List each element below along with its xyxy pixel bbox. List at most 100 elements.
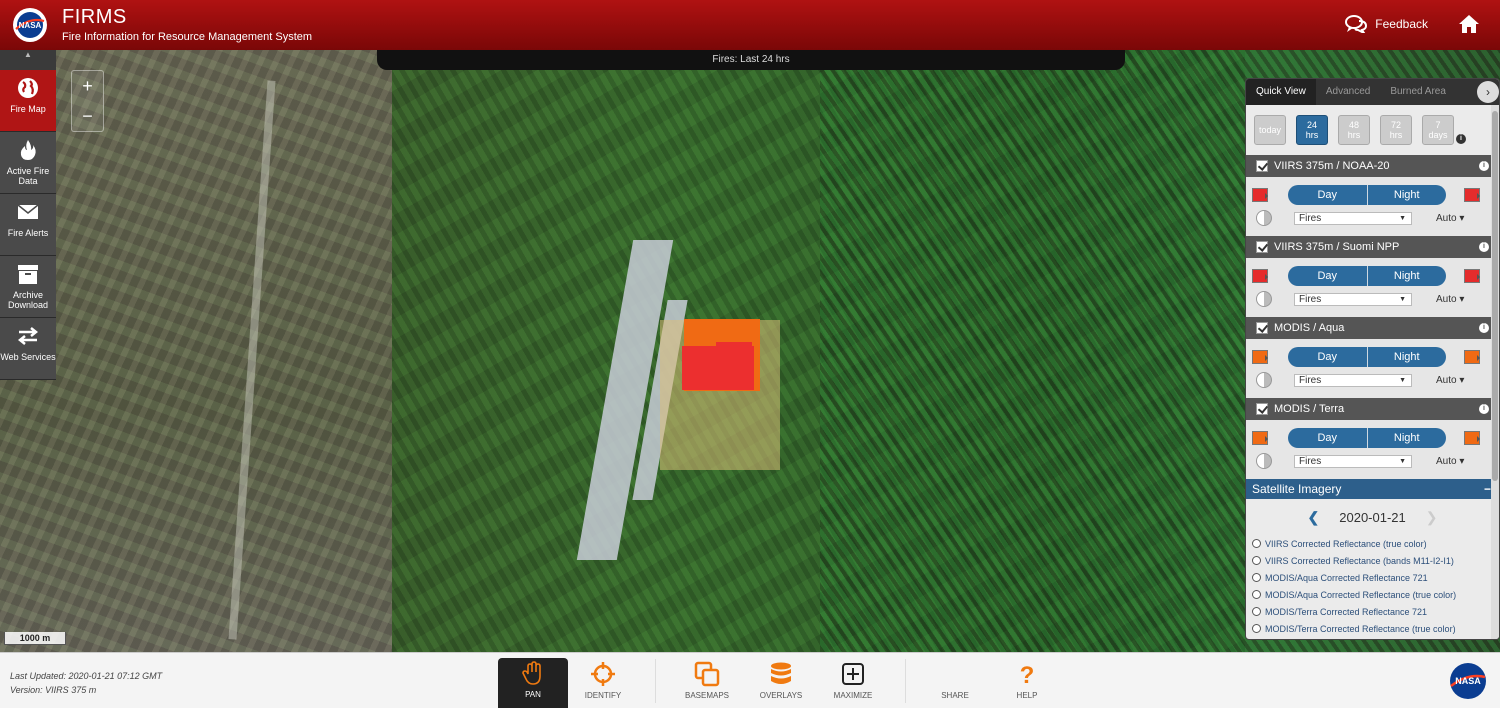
day-button[interactable]: Day xyxy=(1288,347,1367,367)
share-icon xyxy=(942,661,968,687)
night-button[interactable]: Night xyxy=(1366,266,1447,286)
nav-item-fire-alerts[interactable]: Fire Alerts xyxy=(0,194,56,256)
collapse-icon[interactable]: − xyxy=(1484,482,1491,496)
scale-bar: 1000 m xyxy=(4,632,66,645)
nav-item-fire-map[interactable]: Fire Map xyxy=(0,70,56,132)
next-date-icon[interactable]: ❯ xyxy=(1426,509,1438,526)
tool-label: IDENTIFY xyxy=(584,691,622,700)
archive-box-icon xyxy=(18,265,38,284)
time-72hrs-button[interactable]: 72 hrs xyxy=(1380,115,1412,145)
fire-type-select[interactable]: Fires xyxy=(1294,212,1412,225)
basemaps-button[interactable]: BASEMAPS xyxy=(672,659,742,707)
layer-checkbox[interactable] xyxy=(1256,322,1268,334)
night-color-swatch[interactable] xyxy=(1464,350,1480,364)
nav-item-active-fire-data[interactable]: Active Fire Data xyxy=(0,132,56,194)
tab-burned-area[interactable]: Burned Area xyxy=(1380,79,1456,105)
day-color-swatch[interactable] xyxy=(1252,431,1268,445)
opacity-icon[interactable] xyxy=(1256,210,1272,226)
radio-button[interactable] xyxy=(1252,607,1261,616)
layer-checkbox[interactable] xyxy=(1256,160,1268,172)
day-button[interactable]: Day xyxy=(1288,266,1367,286)
layer-modis-terra: MODIS / Terra i Day Night Fires Auto ▾ xyxy=(1246,398,1499,479)
day-button[interactable]: Day xyxy=(1288,185,1367,205)
panel-scrollbar-thumb[interactable] xyxy=(1492,111,1498,481)
imagery-date: 2020-01-21 xyxy=(1339,509,1406,525)
maximize-button[interactable]: MAXIMIZE xyxy=(818,659,888,707)
identify-tool-button[interactable]: IDENTIFY xyxy=(568,659,638,707)
imagery-option[interactable]: VIIRS Corrected Reflectance (bands M11-I… xyxy=(1252,552,1499,569)
zoom-control: + − xyxy=(71,70,104,132)
time-48hrs-button[interactable]: 48 hrs xyxy=(1338,115,1370,145)
feedback-button[interactable]: Feedback xyxy=(1345,15,1428,33)
day-night-toggle: Day Night xyxy=(1288,347,1446,367)
tool-label: PAN xyxy=(525,690,541,699)
opacity-icon[interactable] xyxy=(1256,372,1272,388)
satellite-imagery-header[interactable]: Satellite Imagery − xyxy=(1246,479,1499,499)
radio-button[interactable] xyxy=(1252,590,1261,599)
footer-toolbar: Last Updated: 2020-01-21 07:12 GMT Versi… xyxy=(0,652,1500,708)
radio-button[interactable] xyxy=(1252,573,1261,582)
size-select[interactable]: Auto ▾ xyxy=(1436,456,1464,467)
nav-item-label: Archive Download xyxy=(7,290,49,310)
tab-quick-view[interactable]: Quick View xyxy=(1246,79,1316,105)
imagery-options-list: VIIRS Corrected Reflectance (true color)… xyxy=(1246,535,1499,637)
info-icon[interactable]: i xyxy=(1479,323,1489,333)
fire-type-select[interactable]: Fires xyxy=(1294,293,1412,306)
day-color-swatch[interactable] xyxy=(1252,188,1268,202)
imagery-option[interactable]: MODIS/Aqua Corrected Reflectance (true c… xyxy=(1252,586,1499,603)
nav-scroll-up-icon[interactable]: ▲ xyxy=(0,50,56,70)
home-icon[interactable] xyxy=(1458,14,1480,34)
night-color-swatch[interactable] xyxy=(1464,431,1480,445)
time-today-button[interactable]: today xyxy=(1254,115,1286,145)
zoom-out-button[interactable]: − xyxy=(72,101,103,131)
collapse-panel-icon[interactable]: › xyxy=(1477,81,1499,103)
last-updated-text: Last Updated: 2020-01-21 07:12 GMT xyxy=(10,671,163,681)
help-button[interactable]: ? HELP xyxy=(992,659,1062,707)
size-select[interactable]: Auto ▾ xyxy=(1436,294,1464,305)
nasa-footer-logo-icon[interactable]: NASA xyxy=(1448,661,1488,701)
night-color-swatch[interactable] xyxy=(1464,269,1480,283)
opacity-icon[interactable] xyxy=(1256,291,1272,307)
night-button[interactable]: Night xyxy=(1366,428,1447,448)
tab-advanced[interactable]: Advanced xyxy=(1316,79,1380,105)
day-color-swatch[interactable] xyxy=(1252,269,1268,283)
radio-button[interactable] xyxy=(1252,556,1261,565)
share-button[interactable]: SHARE xyxy=(920,659,990,707)
nasa-logo-icon[interactable]: NASA xyxy=(12,7,48,43)
info-icon[interactable]: i xyxy=(1479,161,1489,171)
overlays-button[interactable]: OVERLAYS xyxy=(746,659,816,707)
tool-label: OVERLAYS xyxy=(759,691,803,700)
time-24hrs-button[interactable]: 24 hrs xyxy=(1296,115,1328,145)
pan-tool-button[interactable]: PAN xyxy=(498,658,568,708)
nav-item-web-services[interactable]: Web Services xyxy=(0,318,56,380)
size-select[interactable]: Auto ▾ xyxy=(1436,213,1464,224)
fire-detection-viirs[interactable] xyxy=(716,342,752,350)
night-color-swatch[interactable] xyxy=(1464,188,1480,202)
imagery-option[interactable]: VIIRS Corrected Reflectance (true color) xyxy=(1252,535,1499,552)
opacity-icon[interactable] xyxy=(1256,453,1272,469)
day-button[interactable]: Day xyxy=(1288,428,1367,448)
radio-button[interactable] xyxy=(1252,624,1261,633)
info-icon[interactable]: i xyxy=(1479,242,1489,252)
imagery-option[interactable]: MODIS/Terra Corrected Reflectance 721 xyxy=(1252,603,1499,620)
layer-checkbox[interactable] xyxy=(1256,403,1268,415)
fire-type-select[interactable]: Fires xyxy=(1294,374,1412,387)
imagery-option[interactable]: MODIS/Aqua Corrected Reflectance 721 xyxy=(1252,569,1499,586)
radio-button[interactable] xyxy=(1252,539,1261,548)
info-icon[interactable]: i xyxy=(1479,404,1489,414)
fire-type-select[interactable]: Fires xyxy=(1294,455,1412,468)
satellite-imagery-title: Satellite Imagery xyxy=(1252,482,1342,496)
previous-date-icon[interactable]: ❮ xyxy=(1308,509,1320,526)
imagery-option[interactable]: MODIS/Terra Corrected Reflectance (true … xyxy=(1252,620,1499,637)
night-button[interactable]: Night xyxy=(1366,185,1447,205)
info-icon[interactable]: i xyxy=(1456,134,1466,144)
zoom-in-button[interactable]: + xyxy=(72,71,103,101)
size-select[interactable]: Auto ▾ xyxy=(1436,375,1464,386)
time-7days-button[interactable]: 7 days xyxy=(1422,115,1454,145)
night-button[interactable]: Night xyxy=(1366,347,1447,367)
nav-item-archive-download[interactable]: Archive Download xyxy=(0,256,56,318)
layers-squares-icon xyxy=(694,661,720,687)
day-color-swatch[interactable] xyxy=(1252,350,1268,364)
fire-detection-viirs[interactable] xyxy=(682,346,754,390)
layer-checkbox[interactable] xyxy=(1256,241,1268,253)
